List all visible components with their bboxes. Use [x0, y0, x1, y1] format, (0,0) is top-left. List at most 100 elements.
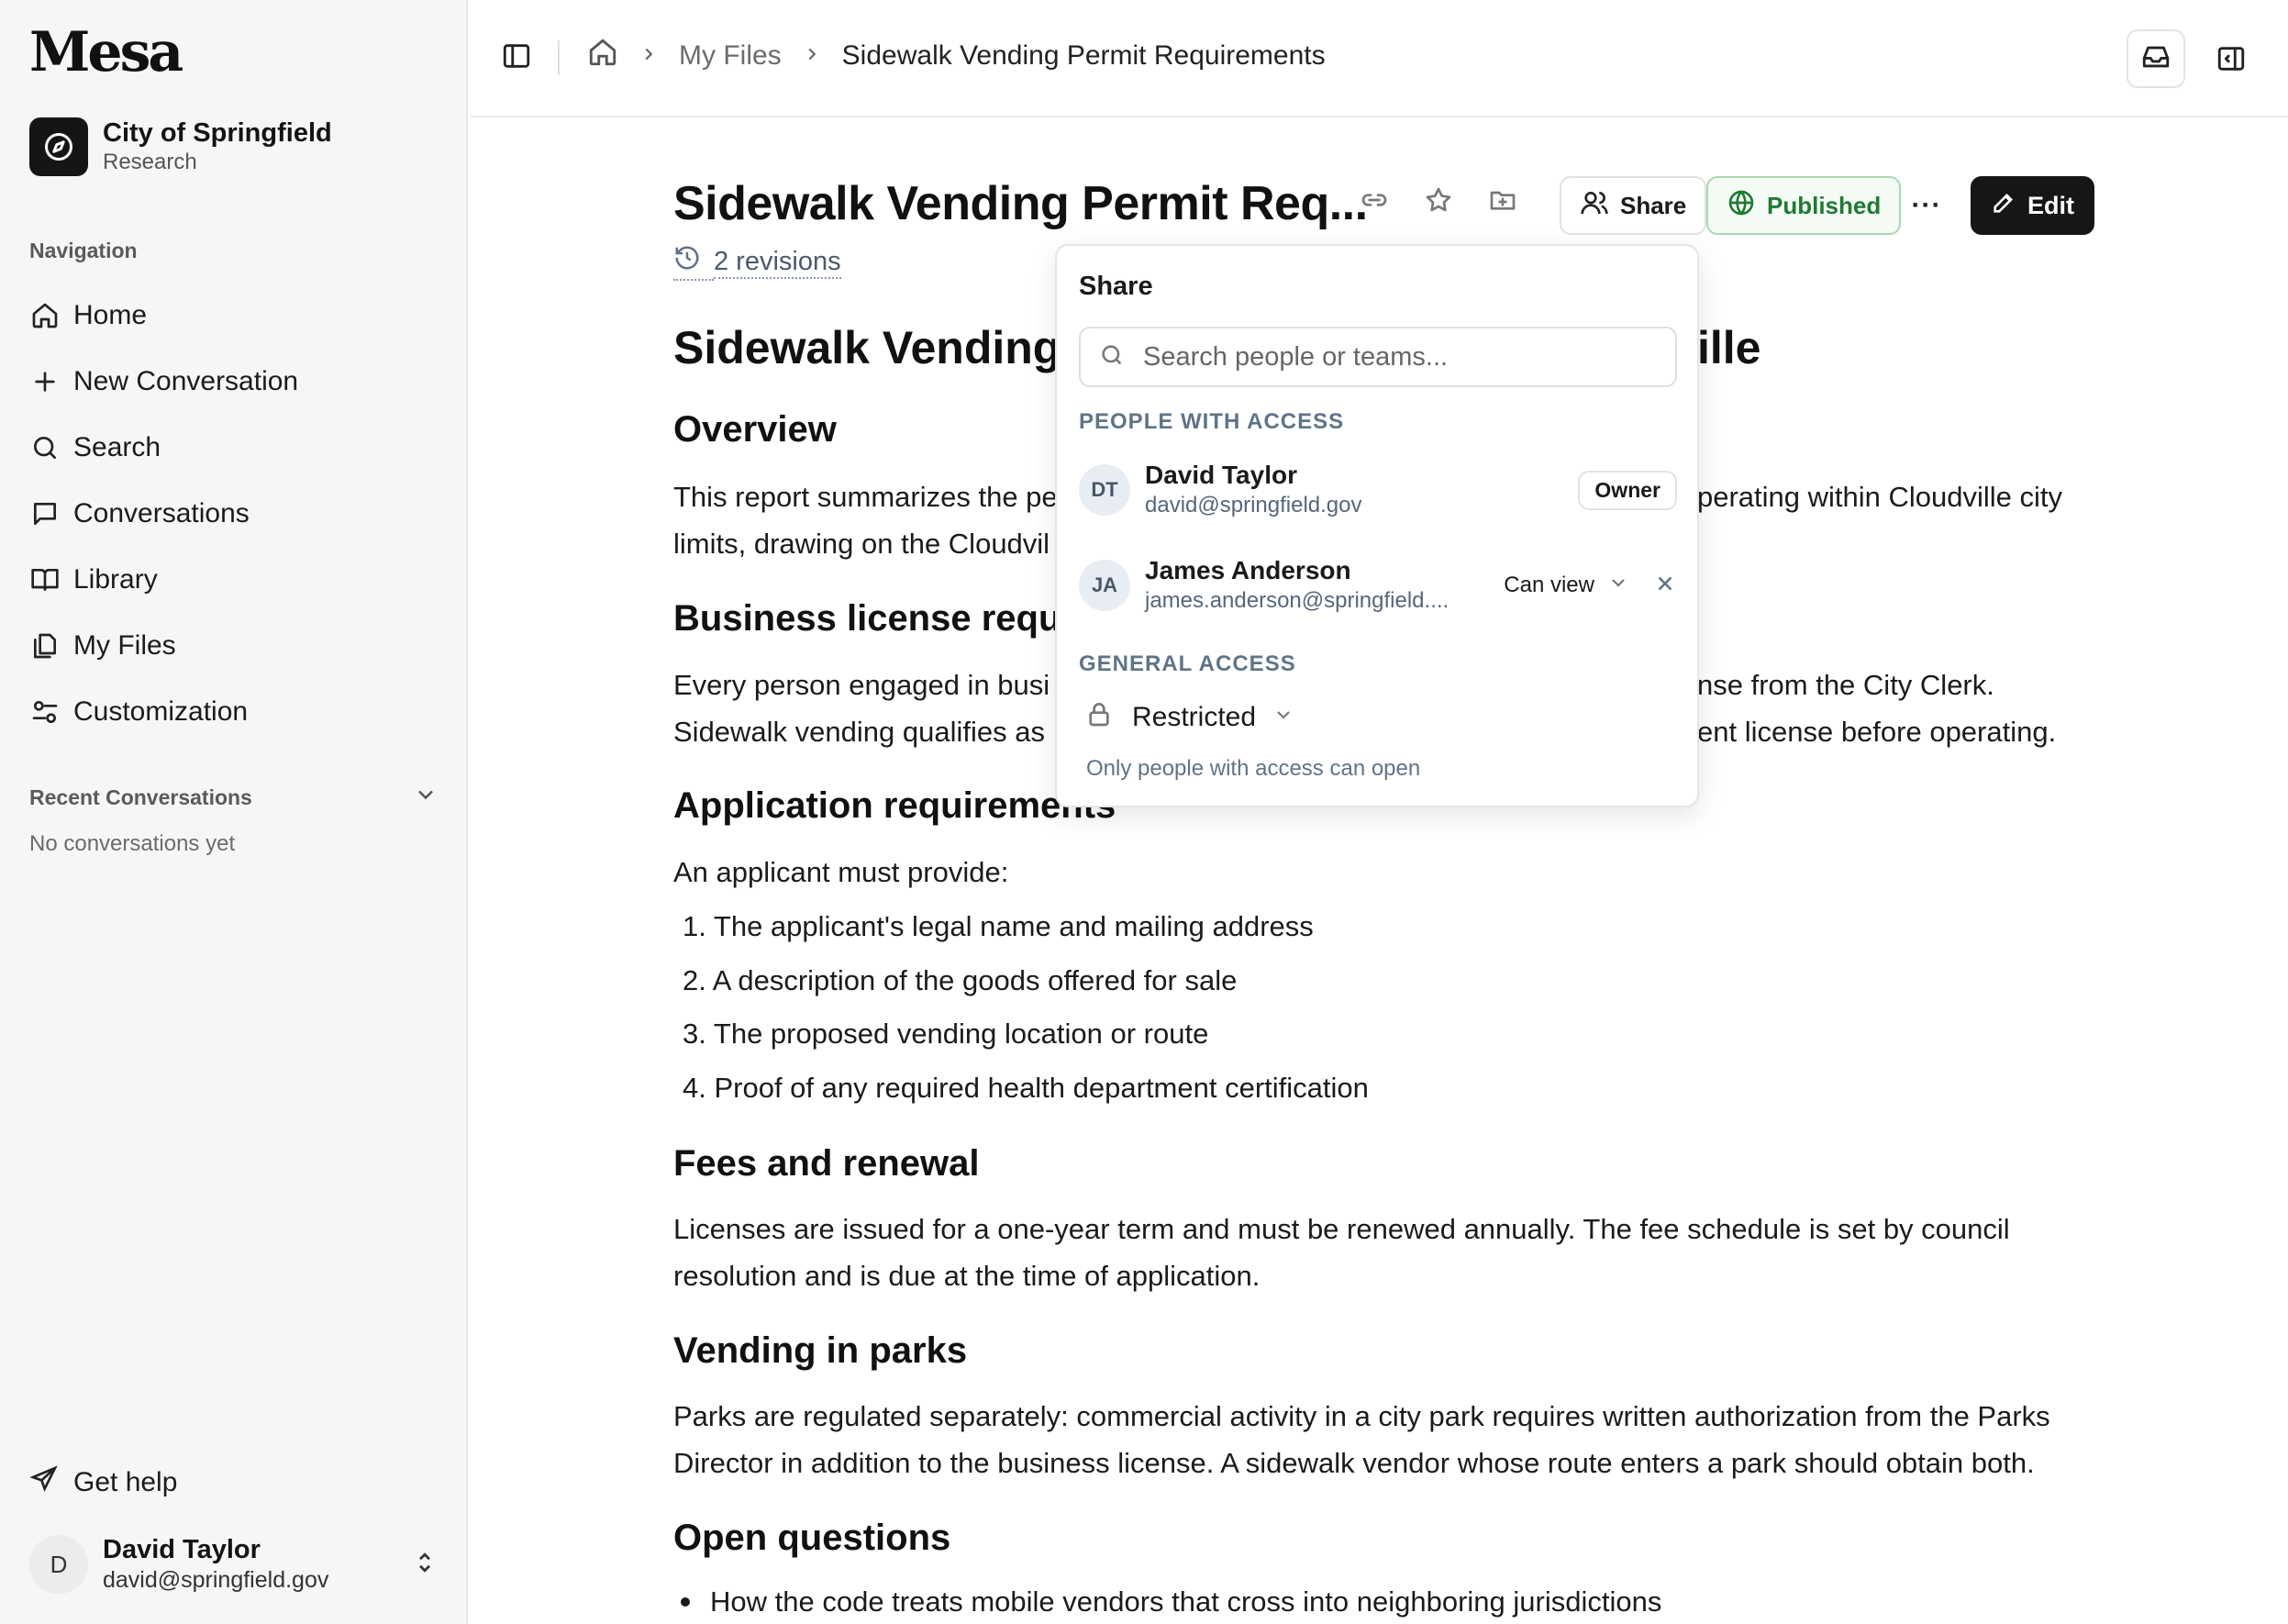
app-logo: Mesa: [29, 20, 183, 84]
paragraph: Parks are regulated separately: commerci…: [673, 1400, 2050, 1432]
folder-plus-icon[interactable]: [1481, 178, 1525, 222]
breadcrumb-my-files[interactable]: My Files: [679, 40, 782, 72]
chevron-right-icon: [639, 41, 659, 71]
published-label: Published: [1767, 191, 1882, 219]
send-icon: [29, 1464, 73, 1501]
chevron-down-icon: [1256, 702, 1294, 733]
list-item: How the code treats mobile vendors that …: [677, 1585, 1661, 1618]
published-button[interactable]: Published: [1706, 176, 1902, 235]
org-switcher[interactable]: City of Springfield Research: [29, 117, 332, 176]
search-icon: [29, 432, 61, 463]
user-name: David Taylor: [103, 1535, 261, 1564]
person-email: james.anderson@springfield....: [1145, 588, 1449, 613]
get-help-label: Get help: [73, 1467, 178, 1497]
top-bar: My Files Sidewalk Vending Permit Require…: [470, 0, 2288, 117]
general-access-hint: Only people with access can open: [1086, 756, 1421, 781]
org-name: City of Springfield: [103, 118, 332, 148]
compass-icon: [29, 117, 88, 176]
permission-select[interactable]: Can view: [1504, 572, 1629, 600]
share-popover-title: Share: [1079, 272, 1153, 301]
history-icon: [673, 244, 714, 281]
chevron-right-icon: [802, 41, 822, 71]
recent-conversations-heading: Recent Conversations: [29, 784, 252, 809]
star-icon[interactable]: [1416, 178, 1461, 222]
paragraph: limits, drawing on the Cloudvil: [673, 528, 1050, 560]
list-item: 3. The proposed vending location or rout…: [683, 1018, 1209, 1050]
home-icon[interactable]: [587, 37, 618, 75]
list-item: 2. A description of the goods offered fo…: [683, 964, 1238, 996]
sliders-icon: [29, 696, 61, 728]
paragraph: Director in addition to the business lic…: [673, 1447, 2035, 1479]
sidebar-nav: Home New Conversation Search Conversatio…: [29, 283, 298, 745]
sidebar: Mesa City of Springfield Research Naviga…: [0, 0, 468, 1624]
sidebar-item-library[interactable]: Library: [29, 547, 298, 613]
paragraph: resolution and is due at the time of app…: [673, 1260, 1261, 1292]
paragraph: perating within Cloudville city: [1697, 481, 2063, 513]
recent-conversations-toggle[interactable]: Recent Conversations: [29, 782, 439, 813]
plus-icon: [29, 366, 61, 397]
document-heading-tail: ille: [1697, 322, 1761, 373]
book-icon: [29, 564, 61, 595]
permission-value: Can view: [1504, 573, 1594, 597]
sidebar-toggle-icon[interactable]: [501, 40, 534, 73]
pencil-icon: [1991, 190, 2027, 222]
share-label: Share: [1620, 191, 1687, 219]
chevron-down-icon: [413, 782, 439, 813]
general-access-heading: GENERAL ACCESS: [1079, 651, 1296, 676]
sidebar-item-label: My Files: [73, 630, 176, 661]
get-help-link[interactable]: Get help: [29, 1464, 177, 1501]
sidebar-item-label: Search: [73, 432, 161, 462]
sidebar-item-label: New Conversation: [73, 366, 299, 396]
chevron-down-icon: [1594, 572, 1629, 600]
inbox-icon: [2140, 41, 2171, 77]
files-icon: [29, 630, 61, 662]
breadcrumb: My Files Sidewalk Vending Permit Require…: [587, 37, 1326, 75]
general-access-select[interactable]: Restricted: [1084, 699, 1294, 736]
sidebar-item-my-files[interactable]: My Files: [29, 613, 298, 679]
link-icon[interactable]: [1352, 178, 1396, 222]
divider: [558, 40, 560, 75]
document-heading: Sidewalk Vending: [673, 322, 1061, 373]
paragraph: Sidewalk vending qualifies as: [673, 716, 1045, 748]
revisions-link[interactable]: 2 revisions: [673, 244, 841, 281]
title-actions: [1352, 178, 1545, 222]
edit-label: Edit: [2027, 191, 2074, 219]
user-menu[interactable]: D David Taylor david@springfield.gov: [29, 1534, 439, 1595]
sidebar-item-new-conversation[interactable]: New Conversation: [29, 349, 298, 415]
more-options-button[interactable]: ···: [1908, 187, 1945, 224]
share-search-input[interactable]: [1143, 341, 1657, 373]
share-button[interactable]: Share: [1560, 176, 1707, 235]
search-icon: [1099, 342, 1143, 373]
general-access-value: Restricted: [1132, 702, 1257, 732]
sidebar-item-conversations[interactable]: Conversations: [29, 481, 298, 547]
revisions-label: 2 revisions: [714, 247, 841, 279]
sidebar-item-home[interactable]: Home: [29, 283, 298, 349]
inbox-button[interactable]: [2127, 29, 2185, 88]
share-search-field[interactable]: [1079, 327, 1677, 387]
sidebar-item-customization[interactable]: Customization: [29, 679, 298, 745]
owner-badge: Owner: [1578, 470, 1677, 510]
section-heading: Vending in parks: [673, 1330, 968, 1371]
nav-heading: Navigation: [29, 239, 138, 262]
edit-button[interactable]: Edit: [1971, 176, 2094, 235]
page-title: Sidewalk Vending Permit Req...: [673, 177, 1368, 230]
person-name: David Taylor: [1145, 461, 1297, 489]
recent-empty-state: No conversations yet: [29, 831, 236, 856]
person-name: James Anderson: [1145, 556, 1351, 584]
section-heading: Business license requi: [673, 598, 1072, 639]
panel-toggle-icon[interactable]: [2213, 40, 2249, 77]
sidebar-item-label: Home: [73, 300, 148, 330]
list-item: 4. Proof of any required health departme…: [683, 1072, 1369, 1104]
remove-access-button[interactable]: [1653, 572, 1677, 600]
avatar: JA: [1079, 560, 1130, 611]
sidebar-item-search[interactable]: Search: [29, 415, 298, 481]
user-email: david@springfield.gov: [103, 1567, 329, 1593]
users-icon: [1580, 188, 1620, 224]
people-with-access-heading: PEOPLE WITH ACCESS: [1079, 409, 1345, 434]
access-row: JA James Anderson james.anderson@springf…: [1079, 551, 1677, 620]
close-icon: [1653, 576, 1677, 599]
avatar: D: [29, 1535, 88, 1594]
paragraph: Every person engaged in busi: [673, 669, 1050, 701]
sidebar-item-label: Library: [73, 564, 158, 595]
chevrons-up-down-icon: [411, 1549, 439, 1581]
